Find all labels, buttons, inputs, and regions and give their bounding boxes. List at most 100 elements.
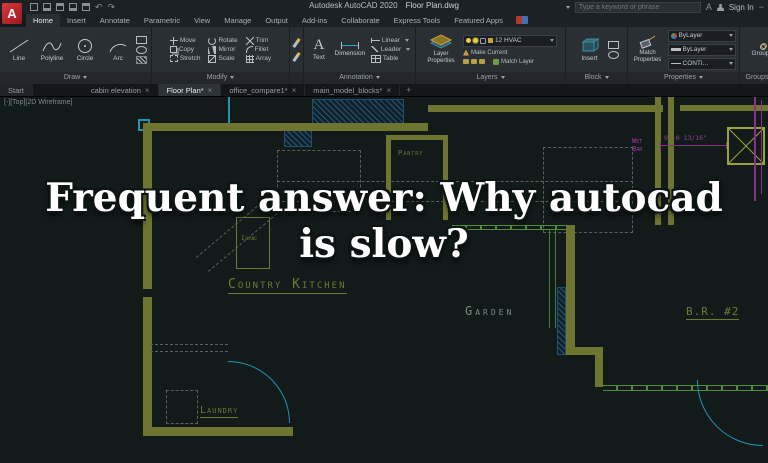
minimize-icon[interactable]: − <box>759 2 764 12</box>
ellipse-tool-icon[interactable] <box>136 45 147 54</box>
pen-icon[interactable] <box>292 37 301 48</box>
close-icon[interactable]: × <box>292 86 297 95</box>
layers-panel-label[interactable]: Layers <box>416 72 565 84</box>
layer-tool-icon[interactable] <box>463 59 469 64</box>
ribbon-tab-home[interactable]: Home <box>26 14 61 27</box>
ribbon-tab-view[interactable]: View <box>187 14 217 27</box>
mirror-icon <box>208 45 217 54</box>
match-layer-button[interactable]: Match Layer <box>493 58 534 65</box>
pen-icon[interactable] <box>292 51 301 62</box>
room-label-bedroom: B.R. #2 <box>686 305 740 320</box>
rotate-tool[interactable]: Rotate <box>208 36 238 45</box>
insert-block-tool[interactable]: Insert <box>575 37 605 62</box>
block-attributes-icon[interactable] <box>607 50 619 59</box>
mirror-tool[interactable]: Mirror <box>208 45 237 54</box>
hatch-tool-icon[interactable] <box>136 55 147 64</box>
layer-select[interactable]: 12 HVAC <box>463 34 557 47</box>
annotation-panel: A Text Dimension Linear Leader Table Ann… <box>304 27 416 84</box>
chevron-down-icon <box>406 47 411 51</box>
make-current-button[interactable]: Make Current <box>463 49 507 56</box>
file-tab-cabin-elevation[interactable]: cabin elevation × <box>83 84 159 96</box>
chevron-down-icon <box>698 75 703 79</box>
app-name: Autodesk AutoCAD 2020 <box>309 1 398 10</box>
user-icon[interactable] <box>716 3 724 11</box>
plan-magenta-line <box>754 97 756 201</box>
cabinet-dashed-line <box>150 344 228 345</box>
linear-icon <box>370 37 380 43</box>
array-tool[interactable]: Array <box>245 54 271 63</box>
ribbon-tab-featured-apps[interactable]: Featured Apps <box>447 14 510 27</box>
rectangle-tool-icon[interactable] <box>136 35 147 44</box>
search-input[interactable] <box>574 1 701 13</box>
cabinet-dashed-line <box>150 351 228 352</box>
layer-tool-icon[interactable] <box>471 59 477 64</box>
title-bar: ↶ ↷ Autodesk AutoCAD 2020 Floor Plan.dwg … <box>0 0 768 14</box>
autocad-logo[interactable]: A <box>2 3 22 24</box>
viewport-controls[interactable]: [-][Top][2D Wireframe] <box>4 99 72 106</box>
file-tab-start[interactable]: Start <box>0 84 33 96</box>
line-tool[interactable]: Line <box>4 38 34 62</box>
polyline-tool[interactable]: Polyline <box>37 38 67 62</box>
scale-tool[interactable]: Scale <box>208 54 237 63</box>
search-scope-chevron-icon[interactable] <box>565 5 570 9</box>
annotation-panel-label[interactable]: Annotation <box>304 72 415 84</box>
copy-tool[interactable]: Copy <box>169 46 201 53</box>
text-tool[interactable]: A Text <box>309 38 329 62</box>
block-edit-icon[interactable] <box>607 40 619 49</box>
leader-tool[interactable]: Leader <box>370 46 411 53</box>
ribbon-tab-insert[interactable]: Insert <box>60 14 93 27</box>
lineweight-icon <box>670 48 681 51</box>
linear-tool[interactable]: Linear <box>370 37 409 44</box>
room-label-pantry: Pantry <box>398 149 424 157</box>
leader-icon <box>370 46 379 52</box>
file-tab-floor-plan[interactable]: Floor Plan* × <box>158 84 222 96</box>
ribbon-tab-collaborate[interactable]: Collaborate <box>334 14 386 27</box>
file-tab-office-compare[interactable]: office_compare1* × <box>221 84 306 96</box>
exchange-apps-icon[interactable]: A <box>706 2 712 12</box>
color-select[interactable]: ByLayer <box>667 29 736 42</box>
close-icon[interactable]: × <box>208 86 213 95</box>
circle-icon <box>74 38 96 54</box>
stretch-tool[interactable]: Stretch <box>169 55 200 62</box>
trim-tool[interactable]: Trim <box>245 36 272 45</box>
block-panel-label[interactable]: Block <box>566 72 627 84</box>
close-icon[interactable]: × <box>145 86 150 95</box>
ribbon-tab-parametric[interactable]: Parametric <box>137 14 187 27</box>
file-tab-main-model-blocks[interactable]: main_model_blocks* × <box>305 84 401 96</box>
dimension-tool[interactable]: Dimension <box>332 42 368 57</box>
ribbon: Line Polyline Circle Arc Draw Move Copy … <box>0 27 768 84</box>
fillet-tool[interactable]: Fillet <box>245 46 272 53</box>
modify-panel: Move Copy Stretch Rotate Mirror Scale Tr… <box>152 27 290 84</box>
modify-panel-label[interactable]: Modify <box>152 72 289 84</box>
close-icon[interactable]: × <box>386 86 391 95</box>
chevron-down-icon <box>404 38 409 42</box>
move-tool[interactable]: Move <box>169 36 201 45</box>
draw-panel-label[interactable]: Draw <box>0 72 151 84</box>
circle-tool[interactable]: Circle <box>70 38 100 62</box>
dimension-tick <box>726 142 727 149</box>
doc-name: Floor Plan.dwg <box>405 1 459 10</box>
layer-properties-tool[interactable]: Layer Properties <box>424 34 458 64</box>
match-properties-tool[interactable]: Match Properties <box>632 35 664 63</box>
sign-in-link[interactable]: Sign In <box>729 3 754 12</box>
layer-tool-icon[interactable] <box>479 59 485 64</box>
table-tool[interactable]: Table <box>370 54 398 63</box>
lineweight-select[interactable]: ByLayer <box>667 43 736 56</box>
draw-order-strip <box>290 27 304 84</box>
group-icon <box>757 42 767 50</box>
new-drawing-tab-button[interactable]: + <box>400 84 417 96</box>
ribbon-tab-express-tools[interactable]: Express Tools <box>387 14 448 27</box>
ribbon-tab-output[interactable]: Output <box>258 14 295 27</box>
group-tool[interactable]: Group <box>746 42 768 57</box>
chevron-down-icon <box>728 34 733 37</box>
properties-panel-label[interactable]: Properties <box>628 72 739 84</box>
featured-apps-icon[interactable] <box>515 16 528 24</box>
arc-tool[interactable]: Arc <box>103 38 133 62</box>
ribbon-tab-annotate[interactable]: Annotate <box>93 14 137 27</box>
layer-thaw-sun-icon <box>473 38 478 43</box>
drawing-canvas[interactable]: [-][Top][2D Wireframe] Country Kitchen G… <box>0 97 768 463</box>
ribbon-tab-addins[interactable]: Add-ins <box>295 14 334 27</box>
ribbon-tab-manage[interactable]: Manage <box>217 14 258 27</box>
linetype-select[interactable]: CONTI... <box>667 57 736 70</box>
groups-panel-label[interactable]: Groups <box>740 72 768 84</box>
